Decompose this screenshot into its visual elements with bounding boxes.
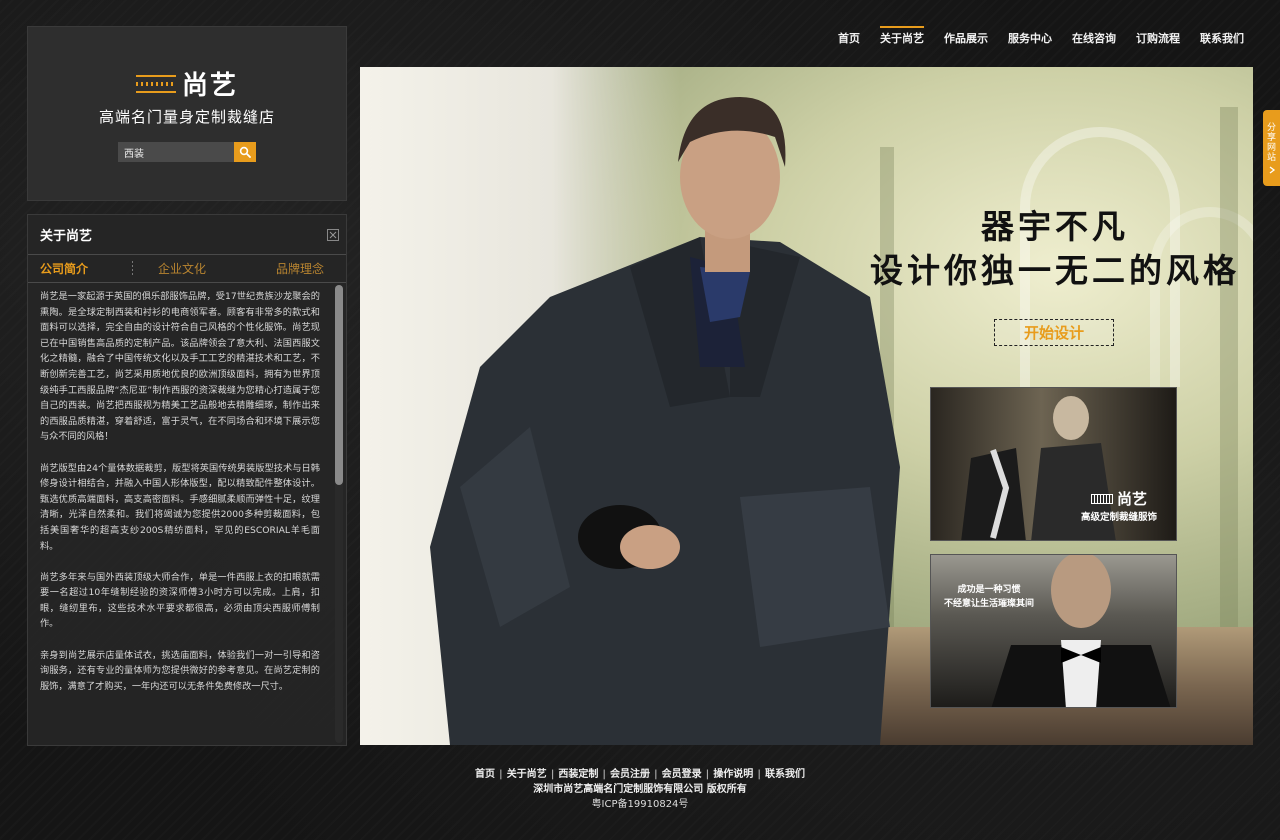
chevron-right-icon — [1269, 165, 1275, 174]
about-paragraph: 亲身到尚艺展示店量体试衣，挑选庙面料，体验我们一对一引导和咨询服务，还有专业的量… — [40, 649, 320, 692]
about-title: 关于尚艺 — [40, 229, 93, 244]
about-paragraph: 尚艺版型由24个量体数据裁剪，版型将英国传统男装版型技术与日韩修身设计相结合，并… — [40, 462, 320, 552]
nav-item-order-process[interactable]: 订购流程 — [1126, 28, 1190, 48]
banner-headline: 器宇不凡 设计你独一无二的风格 — [870, 205, 1240, 293]
share-tab-char: 站 — [1266, 152, 1276, 163]
tab-corporate-culture[interactable]: 企业文化 — [158, 260, 206, 277]
promo-slogan-line-1: 成功是一种习惯 — [957, 585, 1021, 595]
share-tab-char: 分 — [1266, 122, 1276, 133]
about-content: 尚艺是一家起源于英国的俱乐部服饰品牌，受17世纪贵族沙龙聚会的熏陶。是全球定制西… — [40, 289, 320, 710]
scrollbar[interactable] — [335, 285, 343, 743]
nav-item-contact[interactable]: 联系我们 — [1190, 28, 1254, 48]
ruler-logo-icon — [136, 74, 176, 93]
start-design-button[interactable]: 开始设计 — [994, 319, 1114, 346]
tab-divider — [132, 261, 133, 277]
about-paragraph: 尚艺多年来与国外西装顶级大师合作，单是一件西服上衣的扣眼就需要一名超过10年缝制… — [40, 571, 320, 630]
footer-link[interactable]: 西装定制 — [556, 768, 600, 782]
scrollbar-thumb[interactable] — [335, 285, 343, 485]
share-tab-char: 网 — [1266, 142, 1276, 153]
footer-separator: | — [602, 769, 606, 780]
about-panel: 关于尚艺 公司简介 企业文化 品牌理念 尚艺是一家起源于英国的俱乐部服饰品牌，受… — [27, 214, 347, 746]
promo-subtitle: 高级定制裁缝服饰 — [1081, 512, 1158, 523]
promo-tailor-card[interactable]: 尚艺 高级定制裁缝服饰 — [930, 387, 1177, 541]
nav-item-home[interactable]: 首页 — [828, 28, 870, 48]
footer-separator: | — [705, 769, 710, 780]
tab-brand-philosophy[interactable]: 品牌理念 — [276, 260, 324, 277]
headline-line-1: 器宇不凡 — [981, 207, 1129, 246]
footer-copyright: 深圳市尚艺高端名门定制服饰有限公司 版权所有 — [533, 784, 747, 795]
promo-slogan-line-2: 不经意让生活璀璨其间 — [943, 599, 1034, 609]
footer: 首页 | 关于尚艺 | 西装定制 | 会员注册 | 会员登录 | 操作说明 | 联系我们 深圳市尚艺高端… — [0, 768, 1280, 812]
search-icon — [239, 146, 251, 158]
hero-banner: 器宇不凡 设计你独一无二的风格 开始设计 尚艺 高级定制裁缝服饰 成功是一种习惯… — [360, 67, 1253, 745]
model-in-suit-illustration — [430, 97, 900, 745]
footer-link[interactable]: 关于尚艺 — [505, 768, 549, 782]
logo-text: 尚艺 — [182, 71, 239, 101]
ruler-logo-icon — [1091, 493, 1113, 504]
tab-company-profile[interactable]: 公司简介 — [40, 260, 88, 277]
footer-link[interactable]: 操作说明 — [711, 768, 755, 782]
promo-logo-text: 尚艺 — [1117, 490, 1148, 508]
about-tabs: 公司简介 企业文化 品牌理念 — [28, 255, 346, 283]
share-tab-char: 享 — [1266, 132, 1276, 143]
headline-line-2: 设计你独一无二的风格 — [870, 251, 1240, 290]
close-icon — [329, 231, 337, 238]
footer-link[interactable]: 会员登录 — [660, 768, 704, 782]
bowtie-model-illustration — [991, 555, 1171, 707]
footer-link[interactable]: 首页 — [473, 768, 497, 782]
logo[interactable]: 尚艺 — [136, 65, 238, 102]
about-header: 关于尚艺 — [28, 215, 346, 255]
search-bar — [118, 142, 256, 162]
share-tab-label: 分享网站 — [1267, 123, 1276, 163]
nav-item-consult[interactable]: 在线咨询 — [1062, 28, 1126, 48]
top-nav: 首页 关于尚艺 作品展示 服务中心 在线咨询 订购流程 联系我们 — [828, 26, 1254, 48]
brand-tagline: 高端名门量身定制裁缝店 — [98, 108, 275, 126]
nav-item-service[interactable]: 服务中心 — [998, 28, 1062, 48]
promo-success-card[interactable]: 成功是一种习惯 不经意让生活璀璨其间 — [930, 554, 1177, 708]
about-paragraph: 尚艺是一家起源于英国的俱乐部服饰品牌，受17世纪贵族沙龙聚会的熏陶。是全球定制西… — [40, 291, 320, 443]
footer-separator: | — [654, 769, 658, 780]
close-button[interactable] — [327, 228, 339, 241]
footer-separator: | — [499, 769, 503, 780]
promo-logo: 尚艺 — [1091, 488, 1147, 509]
nav-item-about[interactable]: 关于尚艺 — [870, 26, 934, 48]
promo-slogan: 成功是一种习惯 不经意让生活璀璨其间 — [939, 583, 1039, 611]
footer-icp: 粤ICP备19910824号 — [591, 799, 689, 810]
footer-separator: | — [757, 769, 761, 780]
background-pillar — [1220, 107, 1238, 667]
brand-panel: 尚艺 高端名门量身定制裁缝店 — [27, 26, 347, 201]
search-button[interactable] — [234, 142, 256, 162]
footer-separator: | — [550, 769, 555, 780]
footer-links: 首页 | 关于尚艺 | 西装定制 | 会员注册 | 会员登录 | 操作说明 | 联系我们 — [0, 768, 1280, 782]
search-input[interactable] — [118, 142, 234, 162]
nav-item-works[interactable]: 作品展示 — [934, 28, 998, 48]
footer-link[interactable]: 联系我们 — [763, 768, 807, 782]
share-site-tab[interactable]: 分享网站 — [1263, 110, 1280, 186]
footer-link[interactable]: 会员注册 — [608, 768, 652, 782]
